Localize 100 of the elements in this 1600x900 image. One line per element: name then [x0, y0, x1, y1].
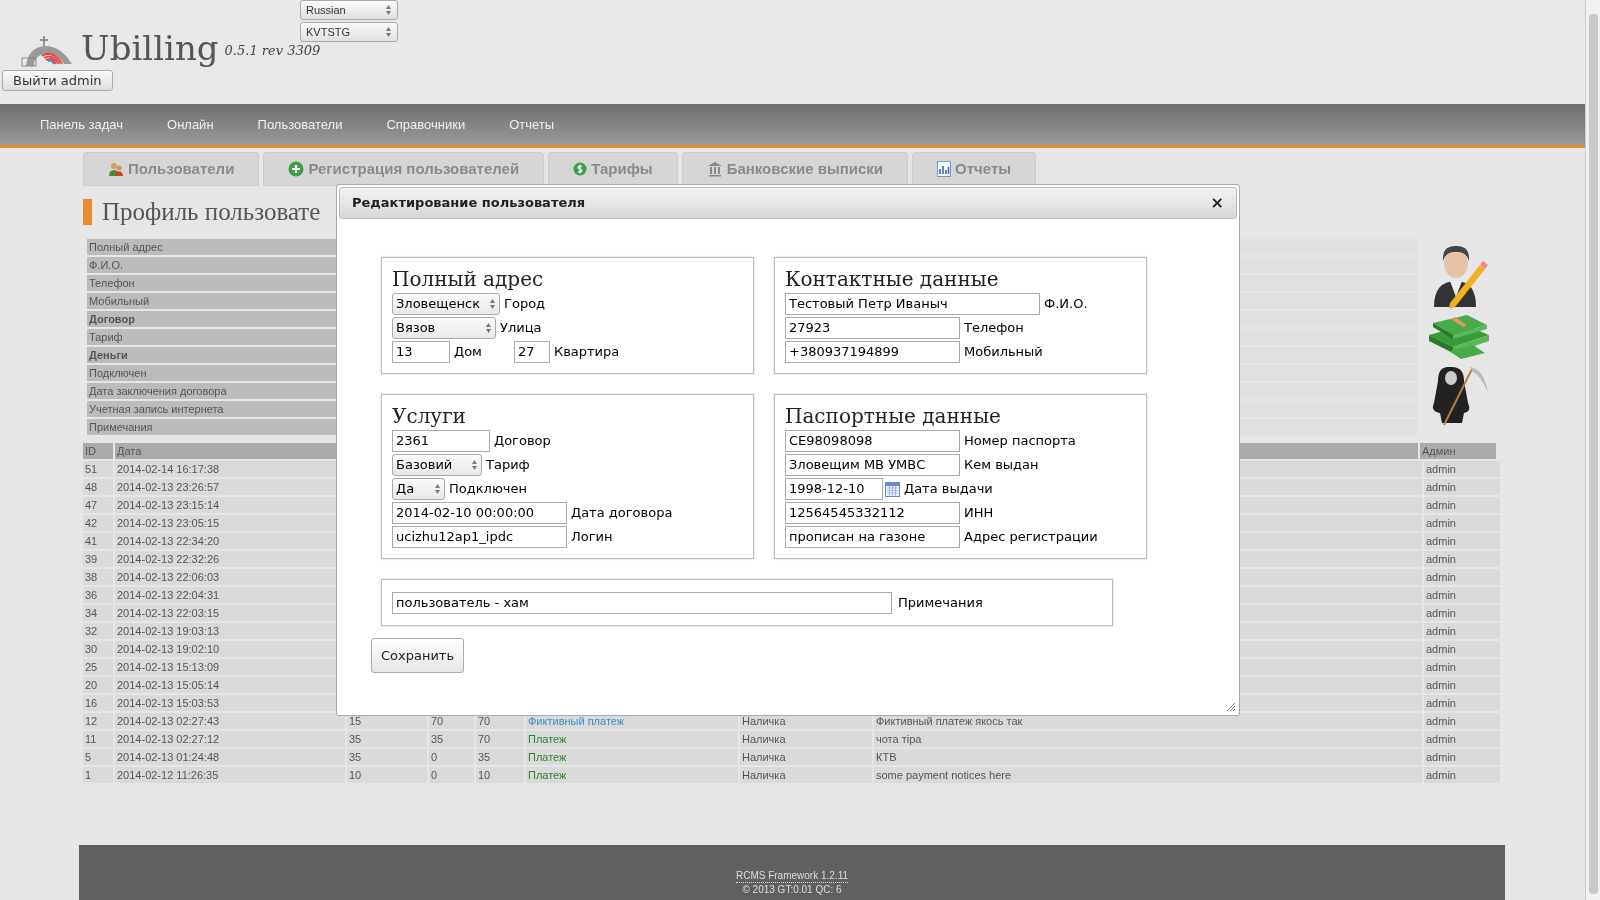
select-field[interactable]: Зловещенск — [392, 293, 500, 315]
table-cell: admin — [1424, 479, 1500, 495]
field-label: Дом — [454, 343, 482, 362]
table-cell: Наличка — [740, 767, 872, 783]
table-cell: admin — [1424, 695, 1500, 711]
table-cell: КТВ — [874, 749, 1422, 765]
table-cell: 48 — [83, 479, 113, 495]
table-cell: 38 — [83, 569, 113, 585]
fieldset-legend: Контактные данные — [785, 266, 1136, 292]
profile-label: Ф.И.О. — [87, 257, 337, 273]
logout-button[interactable]: Выйти admin — [2, 70, 113, 91]
table-cell: 39 — [83, 551, 113, 567]
profile-label: Подключен — [87, 365, 337, 381]
table-cell: Наличка — [740, 731, 872, 747]
table-cell: 0 — [429, 749, 474, 765]
select-field[interactable]: Базовий — [392, 454, 482, 476]
column-header: ID — [83, 443, 113, 459]
table-cell: 51 — [83, 461, 113, 477]
text-field[interactable]: 27923 — [785, 317, 960, 339]
spinner-icon — [471, 459, 478, 471]
table-cell: 35 — [476, 749, 524, 765]
table-cell: 70 — [476, 731, 524, 747]
table-cell: 16 — [83, 695, 113, 711]
spinner-icon — [485, 322, 492, 334]
language-select[interactable]: Russian — [300, 0, 398, 20]
table-cell: 30 — [83, 641, 113, 657]
table-cell: admin — [1424, 587, 1500, 603]
text-field[interactable]: +380937194899 — [785, 341, 960, 363]
field-label: Адрес регистрации — [964, 528, 1098, 547]
table-cell: admin — [1424, 623, 1500, 639]
table-cell: admin — [1424, 461, 1500, 477]
table-cell: 36 — [83, 587, 113, 603]
text-field[interactable]: прописан на газоне — [785, 526, 960, 548]
save-button[interactable]: Сохранить — [371, 638, 464, 673]
text-field[interactable]: CE98098098 — [785, 430, 960, 452]
table-cell: admin — [1424, 749, 1500, 765]
select-field[interactable]: Да — [392, 478, 445, 500]
table-cell: 12 — [83, 713, 113, 729]
table-cell: 2014-02-13 02:27:12 — [115, 731, 345, 747]
profile-label: Тариф — [87, 329, 337, 345]
fieldset-legend: Полный адрес — [392, 266, 743, 292]
text-field[interactable]: 27 — [513, 341, 550, 363]
table-cell: admin — [1424, 641, 1500, 657]
table-cell: admin — [1424, 515, 1500, 531]
table-cell: Наличка — [740, 749, 872, 765]
resize-grip-icon[interactable] — [1226, 702, 1236, 712]
table-cell: admin — [1424, 533, 1500, 549]
field-label: Примечания — [898, 593, 983, 612]
text-field[interactable]: ucizhu12ap1_ipdc — [392, 526, 567, 548]
title-accent-bar — [83, 199, 92, 225]
table-cell: admin — [1424, 605, 1500, 621]
table-cell: admin — [1424, 497, 1500, 513]
text-field[interactable]: 2014-02-10 00:00:00 — [392, 502, 567, 524]
table-cell: 35 — [347, 749, 427, 765]
spinner-icon — [434, 483, 441, 495]
table-cell: чота тipa — [874, 731, 1422, 747]
version-text: 0.5.1 rev 3309 — [224, 41, 321, 60]
profile-label: Дата заключения договора — [87, 383, 337, 399]
notes-field[interactable]: пользователь - хам — [392, 591, 892, 614]
text-field[interactable]: 12564545332112 — [785, 502, 960, 524]
table-cell: 2014-02-13 01:24:48 — [115, 749, 345, 765]
profile-label: Учетная запись интернета — [87, 401, 337, 417]
people-icon — [108, 161, 124, 177]
field-label: Дата выдачи — [904, 480, 993, 499]
fieldset-legend: Паспортные данные — [785, 403, 1136, 429]
table-cell: 0 — [429, 767, 474, 783]
text-field[interactable]: 13 — [392, 341, 450, 363]
table-cell: 2014-02-13 02:27:43 — [115, 713, 345, 729]
spinner-icon — [489, 298, 496, 310]
text-field[interactable]: 2361 — [392, 430, 490, 452]
copyright-text: © 2013 GT:0.01 QC: 6 — [742, 883, 842, 896]
branch-select[interactable]: KVTSTG — [300, 22, 398, 42]
text-field[interactable]: Тестовый Петр Иваныч — [785, 293, 1040, 315]
close-button[interactable]: × — [1210, 195, 1224, 211]
plus-circle-icon — [288, 161, 305, 177]
logo-drawing — [20, 34, 75, 68]
spinner-icon — [385, 26, 392, 38]
field-label: Кем выдан — [964, 456, 1039, 475]
table-cell: 20 — [83, 677, 113, 693]
table-cell: admin — [1424, 677, 1500, 693]
column-header: Админ — [1420, 443, 1496, 459]
profile-label: Деньги — [87, 347, 337, 363]
scrollbar[interactable] — [1585, 0, 1600, 900]
table-cell: 34 — [83, 605, 113, 621]
table-cell: 5 — [83, 749, 113, 765]
table-cell: 35 — [429, 731, 474, 747]
calendar-icon[interactable] — [885, 481, 900, 497]
profile-label: Договор — [87, 311, 337, 327]
table-cell: 10 — [476, 767, 524, 783]
date-field[interactable]: 1998-12-10 — [785, 478, 883, 500]
table-cell: 1 — [83, 767, 113, 783]
field-label: Тариф — [486, 456, 530, 475]
select-field[interactable]: Вязов — [392, 317, 496, 339]
dialog-title: Редактирование пользователя — [352, 194, 586, 213]
table-cell: 32 — [83, 623, 113, 639]
table-cell: 10 — [347, 767, 427, 783]
framework-link[interactable]: RCMS Framework 1.2.11 — [735, 869, 849, 883]
field-label: Номер паспорта — [964, 432, 1076, 451]
text-field[interactable]: Зловещим МВ УМВС — [785, 454, 960, 476]
fieldset-legend: Услуги — [392, 403, 743, 429]
